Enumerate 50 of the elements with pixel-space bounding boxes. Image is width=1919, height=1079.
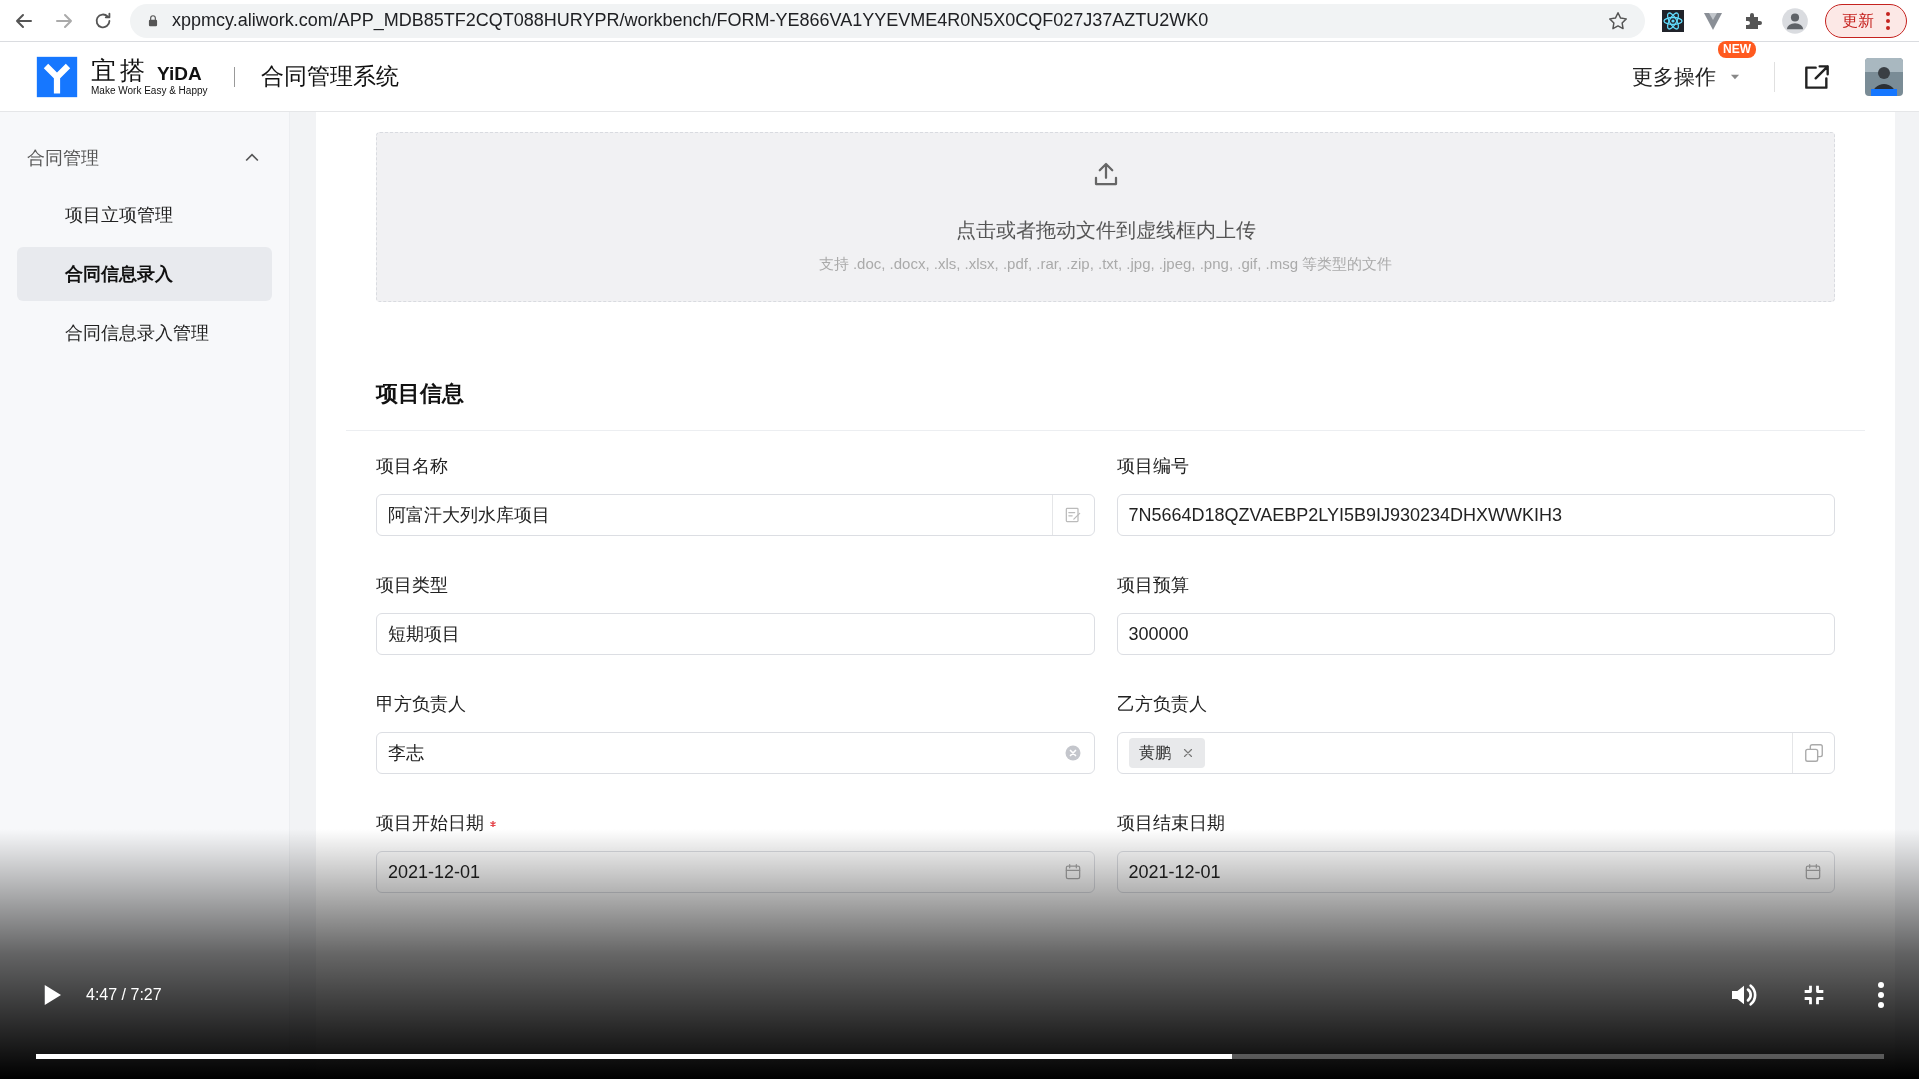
slogan-text: Make Work Easy & Happy [91, 85, 208, 96]
upload-title: 点击或者拖动文件到虚线框内上传 [955, 217, 1256, 243]
field-label: 项目结束日期 [1116, 812, 1225, 835]
field-label: 项目类型 [376, 574, 448, 597]
logo-icon [35, 54, 79, 99]
star-icon[interactable] [1607, 9, 1629, 32]
sidebar-item[interactable]: 合同信息录入 [17, 247, 272, 301]
more-options-icon[interactable] [1878, 982, 1884, 1008]
field-value: 阿富汗大列水库项目 [388, 503, 551, 527]
section-title: 项目信息 [376, 380, 465, 408]
field-label: 项目名称 [376, 455, 448, 478]
update-button[interactable]: 更新 [1825, 3, 1907, 38]
field-label: 项目预算 [1116, 574, 1189, 597]
field-value: 2021-12-01 [1128, 860, 1222, 884]
upload-dropzone[interactable]: 点击或者拖动文件到虚线框内上传 支持 .doc, .docx, .xls, .xlsx, .pdf, .rar, .zip, .txt, .jpg, .jpeg, .png, .gif, .msg 等类型的文件 [376, 132, 1835, 302]
field-label: 甲方负责人 [376, 693, 466, 716]
person-tag: 黄鹏 [1128, 738, 1205, 768]
logo-text: 宜搭 [91, 57, 149, 83]
input-field[interactable]: 阿富汗大列水库项目 [376, 494, 1095, 536]
input-field[interactable]: 李志 [376, 732, 1095, 774]
video-time: 4:47 / 7:27 [86, 985, 162, 1005]
upload-hint: 支持 .doc, .docx, .xls, .xlsx, .pdf, .rar, .zip, .txt, .jpg, .jpeg, .png, .gif, .msg 等类型的文件 [818, 253, 1393, 274]
calendar-icon[interactable] [1803, 862, 1823, 882]
sidebar-item[interactable]: 合同信息录入管理 [17, 306, 272, 360]
field-value: 7N5664D18QZVAEBP2LYI5B9IJ930234DHXWWKIH3 [1128, 503, 1564, 527]
profile-icon[interactable] [1781, 6, 1809, 35]
field-label: 项目开始日期 [376, 812, 484, 835]
atom-icon[interactable] [1661, 8, 1685, 33]
input-field[interactable]: 短期项目 [376, 613, 1095, 655]
input-field[interactable]: 300000 [1116, 613, 1835, 655]
avatar[interactable] [1865, 57, 1903, 96]
menu-group[interactable]: 合同管理 [17, 136, 272, 180]
progress-bar[interactable] [36, 1054, 1884, 1059]
lock-icon [146, 13, 160, 28]
input-field[interactable]: 7N5664D18QZVAEBP2LYI5B9IJ930234DHXWWKIH3 [1116, 494, 1835, 536]
url-text: xppmcy.aliwork.com/APP_MDB85TF2CQT088HURYPR/workbench/FORM-YE866VA1YYEVME4R0N5X0CQF027J37AZTU2WK0 [172, 9, 1210, 33]
input-field[interactable]: 2021-12-01 [376, 851, 1095, 893]
sidebar-item[interactable]: 项目立项管理 [17, 188, 272, 242]
input-field[interactable]: 黄鹏 [1116, 732, 1835, 774]
required-icon [490, 820, 496, 827]
app-title: 合同管理系统 [260, 62, 399, 92]
field-value: 300000 [1128, 622, 1190, 646]
field-label: 乙方负责人 [1116, 693, 1207, 716]
field-value: 短期项目 [388, 622, 461, 646]
address-bar[interactable]: xppmcy.aliwork.com/APP_MDB85TF2CQT088HURYPR/workbench/FORM-YE866VA1YYEVME4R0N5X0CQF027J37AZTU2WK0 [130, 3, 1645, 38]
field-value: 李志 [388, 741, 425, 765]
logo-text: YiDA [157, 63, 202, 83]
input-field[interactable]: 2021-12-01 [1116, 851, 1835, 893]
field-value: 2021-12-01 [388, 860, 482, 884]
field-label: 项目编号 [1116, 455, 1189, 478]
